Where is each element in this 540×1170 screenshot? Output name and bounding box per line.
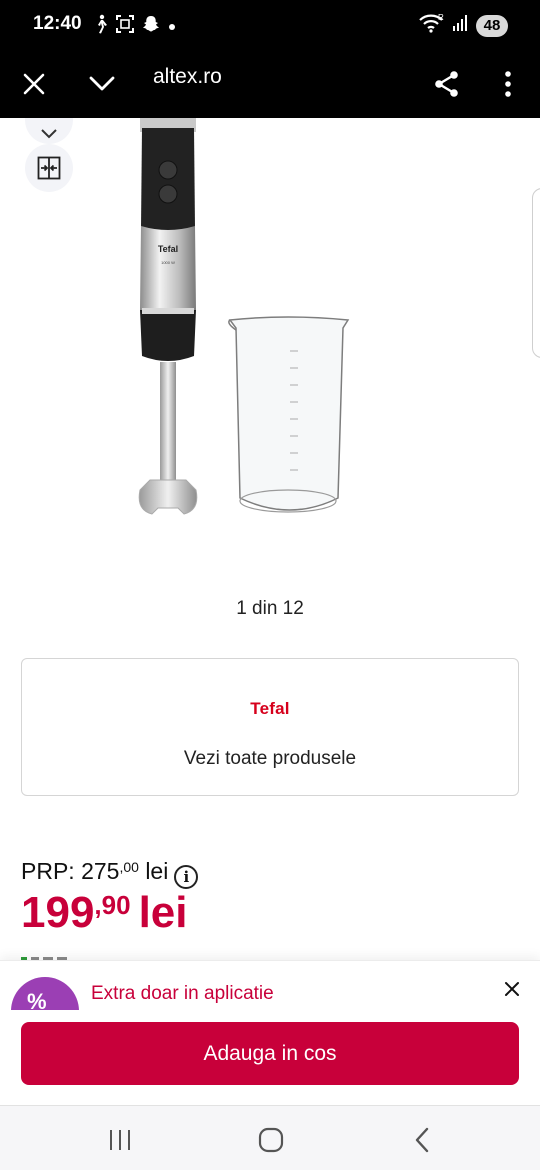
back-icon xyxy=(415,1127,429,1153)
price-integer: 199 xyxy=(21,888,95,937)
wifi-icon: R xyxy=(418,13,444,38)
svg-text:R: R xyxy=(438,13,444,22)
home-button[interactable] xyxy=(249,1118,293,1162)
brand-logo: Tefal xyxy=(250,699,290,718)
more-menu-button[interactable] xyxy=(486,62,530,106)
url-text[interactable]: altex.ro xyxy=(153,65,222,89)
dot-icon xyxy=(168,18,176,36)
recommended-price: PRP: 275 ,00 lei i xyxy=(21,858,199,889)
info-icon[interactable]: i xyxy=(174,865,199,889)
cart-area: Adauga in cos xyxy=(0,1010,540,1105)
price-currency: lei xyxy=(138,888,188,937)
recents-button[interactable] xyxy=(98,1118,142,1162)
more-vert-icon xyxy=(505,71,511,97)
browser-toolbar: altex.ro xyxy=(0,50,540,118)
discount-badge-icon: % xyxy=(11,977,79,1010)
status-time: 12:40 xyxy=(33,13,82,34)
add-to-cart-button[interactable]: Adauga in cos xyxy=(21,1022,519,1085)
status-bar: 12:40 R 48 xyxy=(0,0,540,50)
chevron-down-icon xyxy=(89,76,115,91)
prp-integer: 275 xyxy=(81,858,120,884)
screenshot-icon xyxy=(116,15,134,38)
stock-status-peek xyxy=(21,957,67,960)
signal-icon xyxy=(452,14,468,37)
current-price: 199 ,90 lei xyxy=(21,888,188,938)
promo-close-button[interactable] xyxy=(500,977,524,1001)
price-decimals: ,90 xyxy=(94,890,131,920)
share-icon xyxy=(435,71,458,97)
view-all-products-link[interactable]: Vezi toate produsele xyxy=(22,748,518,770)
walk-icon xyxy=(94,14,108,39)
svg-text:1000 W: 1000 W xyxy=(161,260,175,265)
brand-print: Tefal xyxy=(158,244,178,254)
prp-currency: lei xyxy=(145,858,169,884)
close-button[interactable] xyxy=(12,62,56,106)
brand-card[interactable]: Tefal Vezi toate produsele xyxy=(21,658,519,796)
product-gallery[interactable]: Tefal 1000 W xyxy=(0,118,540,578)
collapse-button[interactable] xyxy=(80,62,124,106)
image-pager: 1 din 12 xyxy=(236,598,304,619)
promo-text[interactable]: Extra doar in aplicatie xyxy=(91,983,274,1005)
status-right: R 48 xyxy=(418,13,508,38)
back-button[interactable] xyxy=(400,1118,444,1162)
app-promo-bar[interactable]: % Extra doar in aplicatie xyxy=(0,960,540,1010)
status-icons xyxy=(94,14,176,39)
discount-badge-symbol: % xyxy=(27,989,47,1010)
prp-label: PRP: xyxy=(21,858,75,884)
snapchat-icon xyxy=(142,15,160,38)
close-icon xyxy=(23,73,45,95)
battery-indicator: 48 xyxy=(476,14,508,37)
share-button[interactable] xyxy=(425,62,469,106)
home-icon xyxy=(258,1127,284,1153)
close-icon xyxy=(505,982,519,996)
product-image: Tefal 1000 W xyxy=(138,118,350,515)
system-navigation-bar xyxy=(0,1105,540,1170)
recents-icon xyxy=(110,1130,130,1150)
prp-decimals: ,00 xyxy=(119,859,139,875)
